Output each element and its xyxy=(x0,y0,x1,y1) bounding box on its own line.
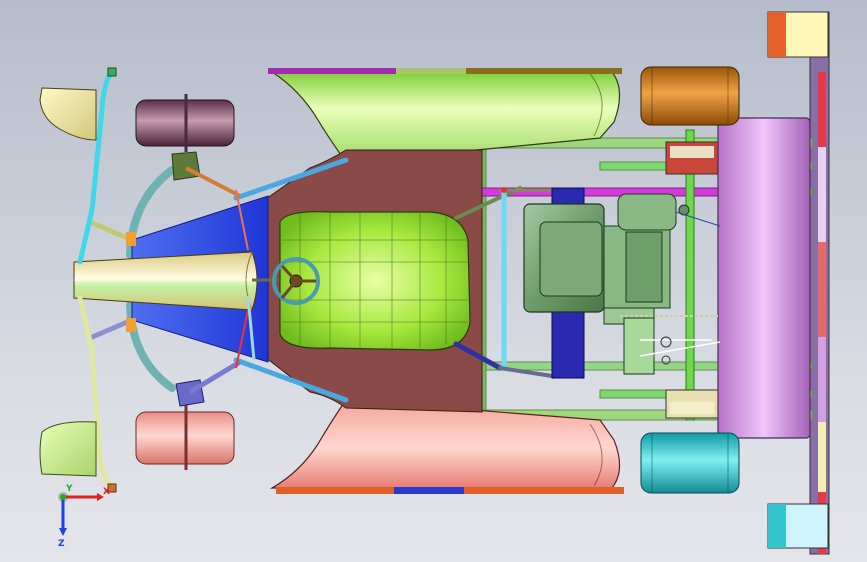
engine xyxy=(523,193,690,325)
triad-z-label: Z xyxy=(58,539,65,549)
triad-x-label: X xyxy=(103,487,110,497)
triad-y-dot xyxy=(60,494,66,500)
front-tire-bottom xyxy=(135,404,235,470)
triad-y-label: Y xyxy=(65,484,73,494)
nose-cone xyxy=(73,251,258,311)
rear-tire-top xyxy=(640,66,740,126)
cad-viewport[interactable]: X Y Z xyxy=(0,0,867,562)
triad-z-arrow-icon xyxy=(59,528,67,536)
rear-tire-bottom xyxy=(640,432,740,494)
throttle-cable xyxy=(675,211,721,227)
axle-bearing-top xyxy=(665,141,719,175)
axis-triad[interactable]: X Y Z xyxy=(58,484,110,549)
front-mudguard-bottom xyxy=(39,421,97,477)
front-mudguard-top xyxy=(39,87,97,141)
rear-drum xyxy=(717,117,811,439)
axle-bearing-bottom xyxy=(665,389,719,419)
kart-model[interactable]: X Y Z xyxy=(0,0,867,562)
front-tire-top xyxy=(135,94,235,152)
